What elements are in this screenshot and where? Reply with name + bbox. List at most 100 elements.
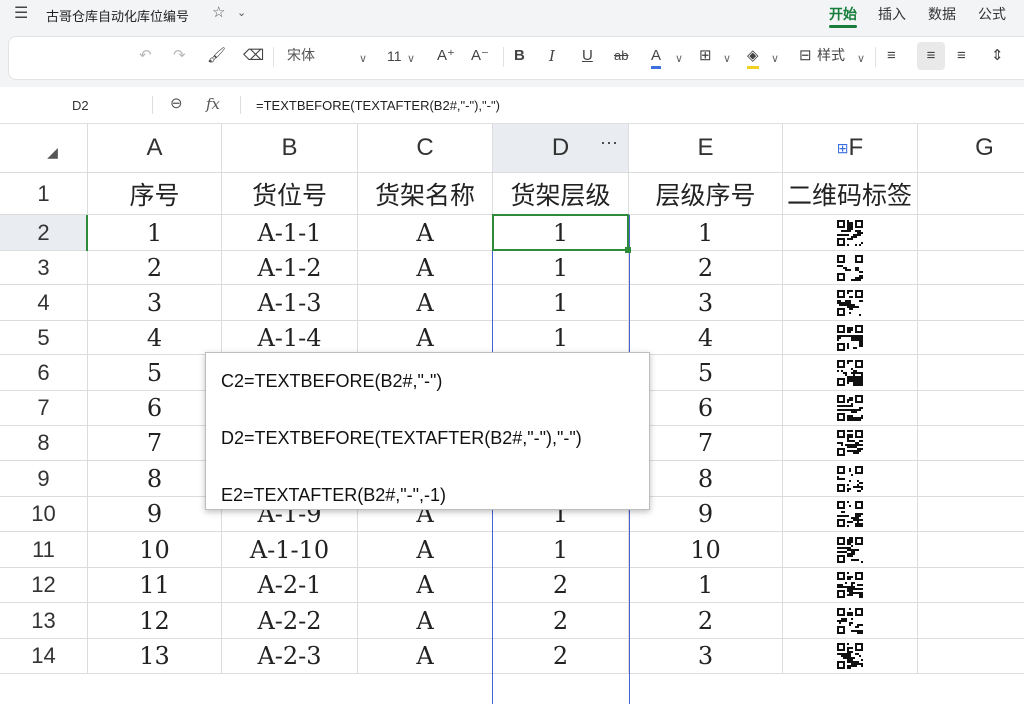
empty-cell[interactable] [918,603,1024,639]
style-button[interactable]: 样式 [817,46,845,66]
table-cell[interactable]: A-1-3 [222,285,358,321]
empty-cell[interactable] [918,285,1024,321]
formula-input[interactable]: =TEXTBEFORE(TEXTAFTER(B2#,"-"),"-") [256,98,500,113]
qr-cell[interactable] [783,568,918,603]
zoom-icon[interactable]: ⊖ [170,94,183,112]
qr-cell[interactable] [783,497,918,532]
table-cell[interactable]: 8 [88,461,222,497]
table-cell[interactable]: 3 [629,285,783,321]
column-header-g[interactable]: G [918,124,1024,173]
select-all-corner[interactable]: ◢ [0,124,88,173]
empty-cell[interactable] [918,497,1024,532]
column-header-a[interactable]: A [88,124,222,173]
qr-cell[interactable] [783,321,918,355]
qr-cell[interactable] [783,285,918,321]
font-color-icon[interactable]: A [651,46,662,69]
decrease-font-icon[interactable]: A⁻ [471,46,489,66]
table-cell[interactable]: A-1-1 [222,215,358,251]
header-cell[interactable]: 货位号 [222,173,358,215]
name-box[interactable]: D2 [72,98,89,113]
table-cell[interactable]: A [358,568,493,603]
header-cell[interactable]: 货架名称 [358,173,493,215]
table-cell[interactable]: 10 [88,532,222,568]
qr-cell[interactable] [783,639,918,674]
table-cell[interactable]: A [358,215,493,251]
table-cell[interactable]: 11 [88,568,222,603]
table-cell[interactable]: 4 [88,321,222,355]
table-cell[interactable]: 10 [629,532,783,568]
qr-cell[interactable] [783,215,918,251]
format-painter-icon[interactable]: 🖌 [207,46,226,66]
tab-start[interactable]: 开始 [829,4,857,24]
redo-icon[interactable]: ↷ [173,46,186,66]
style-icon[interactable]: ⊟ [799,46,812,66]
font-size-chevron-icon[interactable]: ∨ [407,49,415,69]
table-cell[interactable]: 6 [88,391,222,426]
font-color-chevron-icon[interactable]: ∨ [675,49,683,69]
align-center-icon[interactable]: ≡ [917,42,945,70]
row-header-1[interactable]: 1 [0,173,88,215]
row-header[interactable]: 9 [0,461,88,497]
row-header[interactable]: 6 [0,355,88,391]
function-icon[interactable]: fx [206,95,220,113]
tab-insert[interactable]: 插入 [878,4,906,24]
vertical-align-icon[interactable]: ⇕ [991,46,1004,66]
empty-cell[interactable] [918,251,1024,285]
font-size-select[interactable]: 11 [387,46,402,66]
empty-cell[interactable] [918,173,1024,215]
increase-font-icon[interactable]: A⁺ [437,46,455,66]
table-cell[interactable]: A [358,285,493,321]
qr-cell[interactable] [783,426,918,461]
empty-cell[interactable] [918,355,1024,391]
column-header-f[interactable]: ⊞ F [783,124,918,173]
column-header-b[interactable]: B [222,124,358,173]
table-cell[interactable]: 1 [629,568,783,603]
table-cell[interactable]: 1 [629,215,783,251]
empty-cell[interactable] [918,321,1024,355]
tab-data[interactable]: 数据 [928,4,956,24]
qr-cell[interactable] [783,603,918,639]
empty-cell[interactable] [918,532,1024,568]
empty-cell[interactable] [918,639,1024,674]
table-cell[interactable]: 13 [88,639,222,674]
table-cell[interactable]: A [358,603,493,639]
empty-cell[interactable] [918,568,1024,603]
row-header[interactable]: 4 [0,285,88,321]
select-all-icon[interactable]: ◢ [47,145,58,161]
underline-icon[interactable]: U [582,46,593,66]
qr-cell[interactable] [783,532,918,568]
table-cell[interactable]: 5 [629,355,783,391]
tab-formula[interactable]: 公式 [978,4,1006,24]
fill-handle[interactable] [625,247,631,253]
italic-icon[interactable]: I [549,46,555,66]
eraser-icon[interactable]: ⌫ [243,46,264,66]
chevron-down-icon[interactable]: ⌄ [237,6,246,19]
strikethrough-icon[interactable]: ab [614,46,628,66]
column-header-c[interactable]: C [358,124,493,173]
row-header[interactable]: 3 [0,251,88,285]
table-cell[interactable]: A-2-3 [222,639,358,674]
table-cell[interactable]: 3 [88,285,222,321]
column-header-e[interactable]: E [629,124,783,173]
qr-cell[interactable] [783,461,918,497]
table-cell[interactable]: 9 [88,497,222,532]
font-name-select[interactable]: 宋体 [287,46,315,66]
table-cell[interactable]: 2 [629,251,783,285]
table-cell[interactable]: A [358,532,493,568]
header-cell[interactable]: 货架层级 [493,173,629,215]
row-header[interactable]: 12 [0,568,88,603]
table-cell[interactable]: 7 [629,426,783,461]
row-header[interactable]: 13 [0,603,88,639]
table-cell[interactable]: 4 [629,321,783,355]
document-title[interactable]: 古哥仓库自动化库位编号 [46,6,189,25]
menu-icon[interactable]: ☰ [14,3,28,23]
border-chevron-icon[interactable]: ∨ [723,49,731,69]
header-cell[interactable]: 层级序号 [629,173,783,215]
column-more-icon[interactable]: ··· [600,132,618,153]
empty-cell[interactable] [918,426,1024,461]
bold-icon[interactable]: B [514,46,525,66]
style-chevron-icon[interactable]: ∨ [857,49,865,69]
table-cell[interactable]: 8 [629,461,783,497]
table-cell[interactable]: 9 [629,497,783,532]
table-cell[interactable]: A-2-1 [222,568,358,603]
